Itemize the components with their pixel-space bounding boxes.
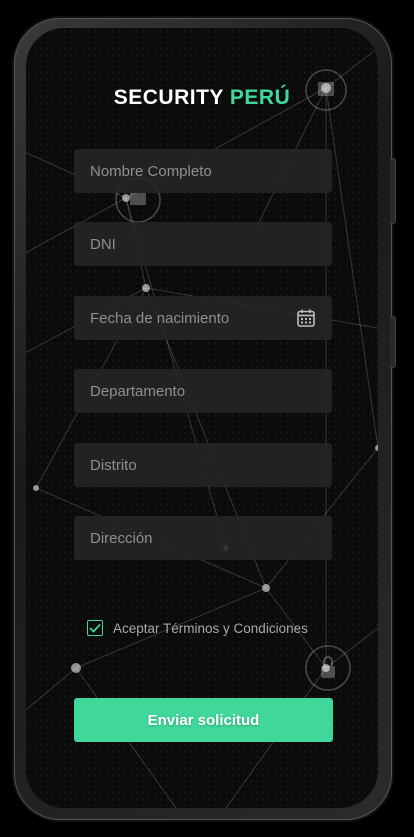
submit-request-button[interactable]: Enviar solicitud — [74, 698, 333, 742]
dot-pattern-overlay — [26, 28, 378, 808]
address-field[interactable] — [74, 516, 332, 560]
terms-checkbox[interactable] — [87, 620, 103, 636]
birthdate-field[interactable] — [74, 296, 332, 340]
dni-input[interactable] — [90, 235, 316, 253]
terms-label: Aceptar Términos y Condiciones — [113, 620, 308, 636]
phone-side-button-bottom — [390, 316, 396, 368]
department-field[interactable] — [74, 369, 332, 413]
department-input[interactable] — [90, 382, 316, 400]
full-name-field[interactable] — [74, 149, 332, 193]
brand-security: SECURITY — [113, 86, 224, 109]
district-field[interactable] — [74, 443, 332, 487]
app-logo: SECURITY PERÚ — [26, 86, 378, 110]
phone-frame: SECURITY PERÚ Nombre Completo DNI Fecha … — [14, 18, 396, 820]
dni-field[interactable] — [74, 222, 332, 266]
phone-side-button-top — [390, 158, 396, 224]
full-name-input[interactable] — [90, 162, 316, 180]
birthdate-input[interactable] — [90, 309, 296, 327]
address-input[interactable] — [90, 529, 316, 547]
app-screen: SECURITY PERÚ Nombre Completo DNI Fecha … — [26, 28, 378, 808]
checkmark-icon — [89, 623, 101, 633]
district-input[interactable] — [90, 456, 316, 474]
terms-checkbox-row[interactable]: Aceptar Términos y Condiciones — [87, 620, 308, 636]
brand-peru: PERÚ — [229, 86, 291, 109]
calendar-icon[interactable] — [296, 308, 316, 328]
